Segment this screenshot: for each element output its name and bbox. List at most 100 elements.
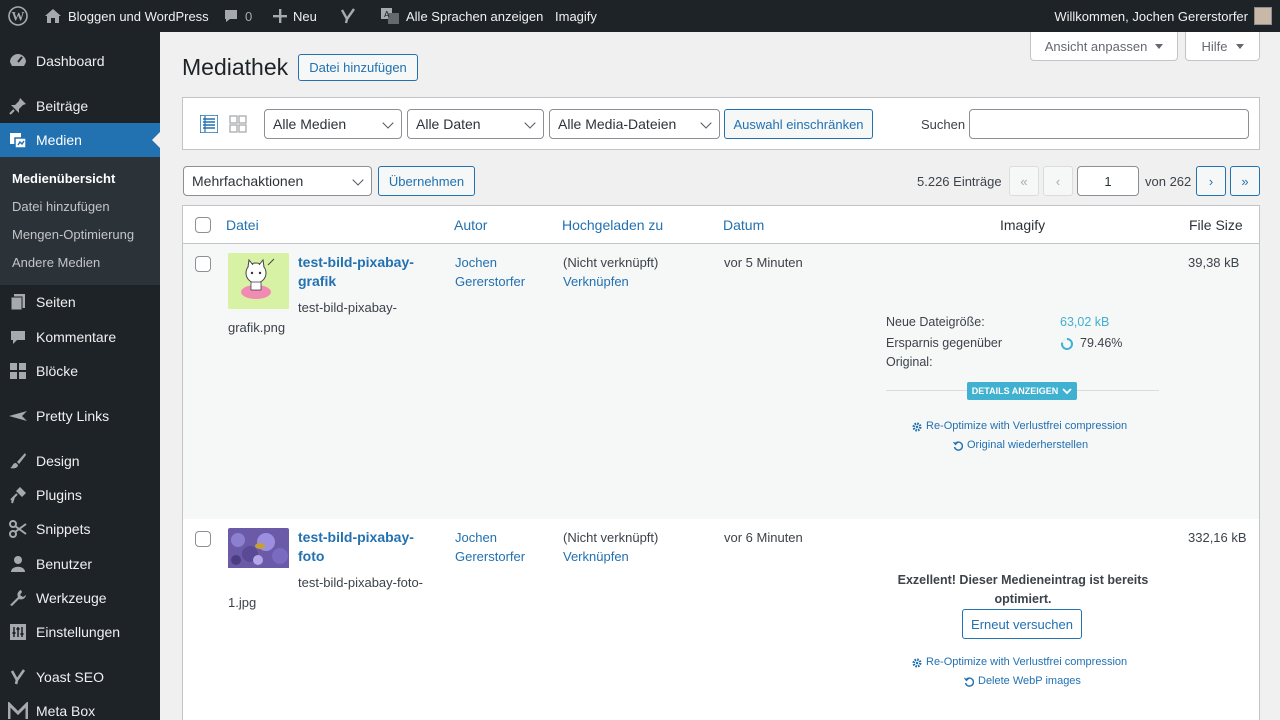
sidebar-item-benutzer[interactable]: Benutzer <box>0 547 160 581</box>
row-checkbox[interactable] <box>195 256 211 272</box>
plugin-icon <box>8 485 28 505</box>
add-file-button[interactable]: Datei hinzufügen <box>298 54 418 81</box>
chevron-down-icon <box>1062 388 1072 395</box>
reoptimize-link[interactable]: Re-Optimize with Verlustfrei compression <box>912 417 1127 436</box>
file-title-link[interactable]: test-bild-pixabay- grafik <box>298 253 448 291</box>
gear-icon <box>912 658 922 667</box>
table-header: Datei Autor Hochgeladen zu Datum Imagify… <box>183 206 1259 244</box>
comments-link[interactable]: 0 <box>223 0 252 32</box>
caret-down-icon <box>1235 43 1244 49</box>
select-all-checkbox[interactable] <box>195 217 211 233</box>
dashboard-icon <box>8 51 28 71</box>
wordpress-logo-icon[interactable]: W <box>8 0 28 32</box>
prev-page-button[interactable]: ‹ <box>1043 166 1073 196</box>
thumbnail-grafik[interactable] <box>228 253 289 309</box>
comments-count: 0 <box>245 8 253 24</box>
sidebar-item-pretty-links[interactable]: Pretty Links <box>0 399 160 433</box>
media-files-value: Alle Media-Dateien <box>558 116 677 132</box>
row-checkbox[interactable] <box>195 531 211 547</box>
media-files-select[interactable]: Alle Media-Dateien <box>549 109 720 139</box>
account-menu[interactable]: Willkommen, Jochen Gererstorfer <box>1054 0 1272 32</box>
sidebar-item-snippets[interactable]: Snippets <box>0 512 160 546</box>
first-page-button[interactable]: « <box>1009 166 1039 196</box>
blocks-icon <box>8 361 28 381</box>
retry-button[interactable]: Erneut versuchen <box>962 609 1082 639</box>
current-page-input[interactable]: 1 <box>1077 166 1139 196</box>
column-file[interactable]: Datei <box>226 217 259 233</box>
sidebar-item-meta-box[interactable]: Meta Box <box>0 694 160 720</box>
delete-webp-link[interactable]: Delete WebP images <box>964 672 1081 691</box>
restore-original-link[interactable]: Original wiederherstellen <box>953 436 1088 455</box>
sidebar-item-beitraege[interactable]: Beiträge <box>0 89 160 123</box>
column-uploaded-to[interactable]: Hochgeladen zu <box>562 217 663 233</box>
media-type-select[interactable]: Alle Medien <box>264 109 402 139</box>
sidebar-item-plugins[interactable]: Plugins <box>0 478 160 512</box>
sidebar-item-werkzeuge[interactable]: Werkzeuge <box>0 581 160 615</box>
chevron-down-icon <box>700 117 712 129</box>
new-size-label: Neue Dateigröße: <box>886 315 985 329</box>
column-author[interactable]: Autor <box>454 217 487 233</box>
file-title-link[interactable]: test-bild-pixabay- foto <box>298 528 448 566</box>
file-name-line2: grafik.png <box>228 320 286 335</box>
media-table: Datei Autor Hochgeladen zu Datum Imagify… <box>182 205 1260 720</box>
list-view-icon[interactable] <box>199 114 219 136</box>
greeting: Willkommen, Jochen Gererstorfer <box>1054 8 1248 24</box>
user-icon <box>8 554 28 574</box>
yoast-adminbar-icon[interactable] <box>339 0 357 32</box>
sidebar-item-medien[interactable]: Medien <box>0 123 160 157</box>
bulk-actions-select[interactable]: Mehrfachaktionen <box>183 166 372 196</box>
imagify-link[interactable]: Imagify <box>555 0 597 32</box>
sidebar-item-label: Snippets <box>36 521 91 537</box>
new-label: Neu <box>293 8 317 24</box>
sidebar-item-label: Einstellungen <box>36 624 121 640</box>
apply-button[interactable]: Übernehmen <box>378 166 475 196</box>
attach-link[interactable]: Verknüpfen <box>563 547 658 566</box>
search-input[interactable] <box>969 109 1249 139</box>
thumbnail-foto[interactable] <box>228 528 289 584</box>
last-page-button[interactable]: » <box>1230 166 1260 196</box>
chevron-down-icon <box>382 117 394 129</box>
sidebar-item-yoast-seo[interactable]: Yoast SEO <box>0 660 160 694</box>
submenu-datei-hinzufuegen[interactable]: Datei hinzufügen <box>12 199 110 214</box>
submenu-andere-medien[interactable]: Andere Medien <box>12 255 100 270</box>
wrench-icon <box>8 588 28 608</box>
dates-select[interactable]: Alle Daten <box>407 109 544 139</box>
sidebar-item-label: Beiträge <box>36 98 89 114</box>
sidebar-item-label: Design <box>36 453 80 469</box>
admin-sidebar: Dashboard Beiträge Medien Medienübersich… <box>0 32 160 720</box>
sidebar-item-seiten[interactable]: Seiten <box>0 285 160 319</box>
sidebar-item-label: Meta Box <box>36 703 96 719</box>
author-link[interactable]: Jochen Gererstorfer <box>455 253 525 291</box>
translate-icon: A <box>381 8 399 24</box>
uploaded-to-value: (Nicht verknüpft) <box>563 530 659 545</box>
optimized-message: Exzellent! Dieser Medieneintrag ist bere… <box>897 573 1149 606</box>
new-content-link[interactable]: Neu <box>273 0 317 32</box>
help-button[interactable]: Hilfe <box>1185 32 1260 61</box>
reoptimize-link[interactable]: Re-Optimize with Verlustfrei compression <box>912 653 1127 672</box>
languages-link[interactable]: A Alle Sprachen anzeigen <box>380 0 543 32</box>
sidebar-item-bloecke[interactable]: Blöcke <box>0 354 160 388</box>
media-type-value: Alle Medien <box>273 116 347 132</box>
sidebar-item-dashboard[interactable]: Dashboard <box>0 44 160 78</box>
sidebar-item-design[interactable]: Design <box>0 444 160 478</box>
caret-down-icon <box>1155 43 1164 49</box>
author-link[interactable]: Jochen Gererstorfer <box>455 528 525 566</box>
sidebar-item-label: Benutzer <box>36 556 93 572</box>
grid-view-icon[interactable] <box>229 115 247 136</box>
sidebar-item-einstellungen[interactable]: Einstellungen <box>0 615 160 649</box>
undo-icon <box>964 676 974 687</box>
column-date[interactable]: Datum <box>723 217 764 233</box>
media-icon <box>8 130 28 150</box>
site-name-link[interactable]: Bloggen und WordPress <box>44 0 209 32</box>
details-toggle-button[interactable]: DETAILS ANZEIGEN <box>967 382 1077 400</box>
submenu-medienuebersicht[interactable]: Medienübersicht <box>12 171 115 186</box>
submenu-mengen-optimierung[interactable]: Mengen-Optimierung <box>12 227 134 242</box>
uploaded-to-value: (Nicht verknüpft) <box>563 255 659 270</box>
attach-link[interactable]: Verknüpfen <box>563 272 658 291</box>
sidebar-item-kommentare[interactable]: Kommentare <box>0 320 160 354</box>
screen-options-button[interactable]: Ansicht anpassen <box>1030 32 1178 61</box>
chevron-down-icon <box>524 117 536 129</box>
filter-button[interactable]: Auswahl einschränken <box>724 109 873 139</box>
media-submenu: Medienübersicht Datei hinzufügen Mengen-… <box>0 157 160 285</box>
next-page-button[interactable]: › <box>1196 166 1226 196</box>
